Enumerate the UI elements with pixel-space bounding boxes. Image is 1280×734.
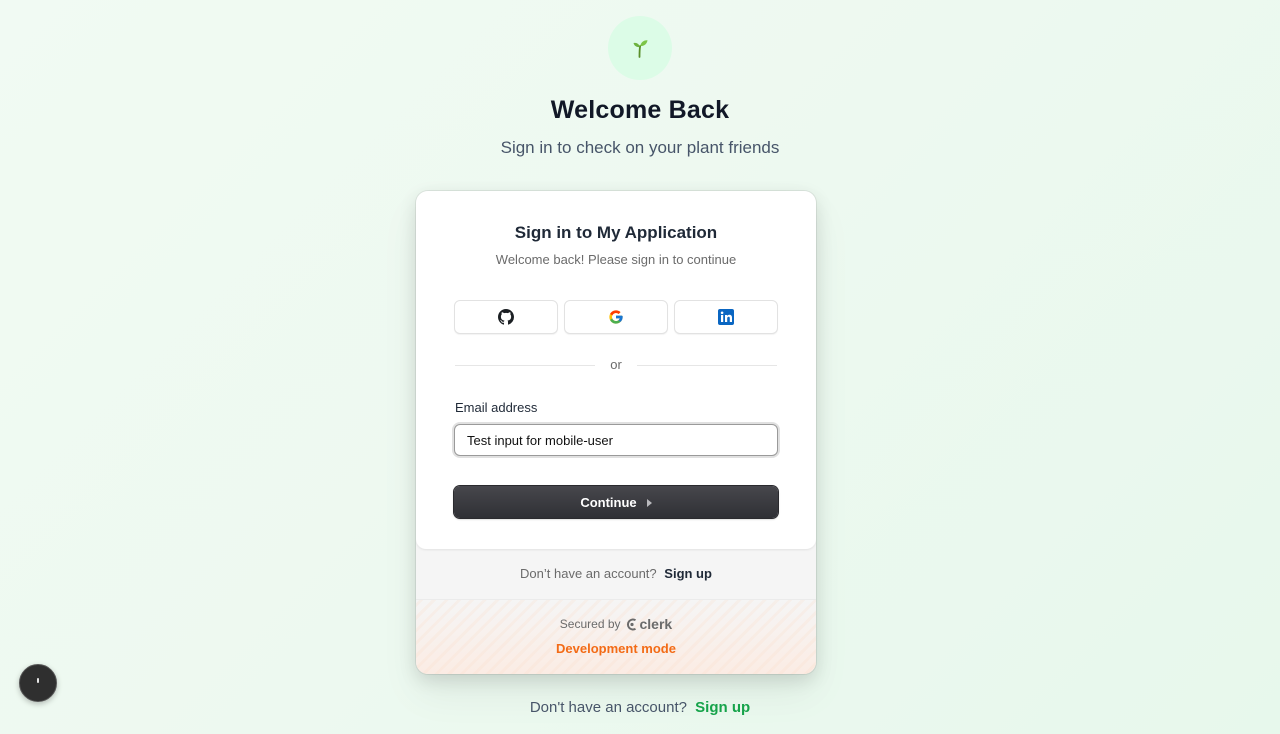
sign-in-card: Sign in to My Application Welcome back! … bbox=[416, 191, 816, 674]
github-sign-in-button[interactable] bbox=[454, 300, 558, 334]
linkedin-icon bbox=[718, 309, 734, 325]
continue-button[interactable]: Continue bbox=[454, 486, 778, 518]
divider-line-left bbox=[455, 365, 595, 366]
clerk-logo[interactable]: clerk bbox=[626, 616, 673, 632]
caret-right-icon bbox=[646, 498, 652, 507]
google-sign-in-button[interactable] bbox=[564, 300, 668, 334]
page-subtitle: Sign in to check on your plant friends bbox=[500, 138, 780, 157]
continue-label: Continue bbox=[580, 494, 637, 510]
divider-or: or bbox=[610, 357, 622, 372]
card-title: Sign in to My Application bbox=[514, 223, 718, 242]
linkedin-sign-in-button[interactable] bbox=[674, 300, 778, 334]
secured-by-label: Secured by bbox=[559, 617, 621, 631]
email-input[interactable] bbox=[454, 424, 778, 456]
dev-tools-button[interactable] bbox=[19, 664, 57, 702]
card-sign-up-link[interactable]: Sign up bbox=[664, 566, 712, 581]
clerk-icon bbox=[626, 618, 636, 630]
divider-line-right bbox=[637, 365, 777, 366]
email-label: Email address bbox=[455, 400, 538, 415]
card-footer: Don’t have an account? Sign up bbox=[416, 566, 816, 581]
development-mode-label: Development mode bbox=[556, 641, 676, 656]
clerk-brand-text: clerk bbox=[639, 616, 673, 632]
card-subtitle: Welcome back! Please sign in to continue bbox=[495, 252, 737, 267]
github-icon bbox=[498, 309, 514, 325]
page-title: Welcome Back bbox=[550, 96, 730, 124]
sign-in-card-body: Sign in to My Application Welcome back! … bbox=[416, 191, 816, 549]
dev-tools-icon bbox=[37, 678, 39, 683]
seedling-icon bbox=[633, 40, 648, 58]
card-footer-prompt: Don’t have an account? bbox=[520, 566, 657, 581]
google-icon bbox=[609, 310, 623, 324]
page-sign-up-link[interactable]: Sign up bbox=[695, 699, 750, 716]
page-footer-prompt: Don't have an account? bbox=[529, 699, 687, 716]
secured-by: Secured by clerk bbox=[416, 616, 816, 632]
dev-mode-footer: Secured by clerk Development mode bbox=[416, 599, 816, 674]
app-logo bbox=[608, 16, 672, 80]
page-footer: Don't have an account? Sign up bbox=[0, 699, 1280, 716]
